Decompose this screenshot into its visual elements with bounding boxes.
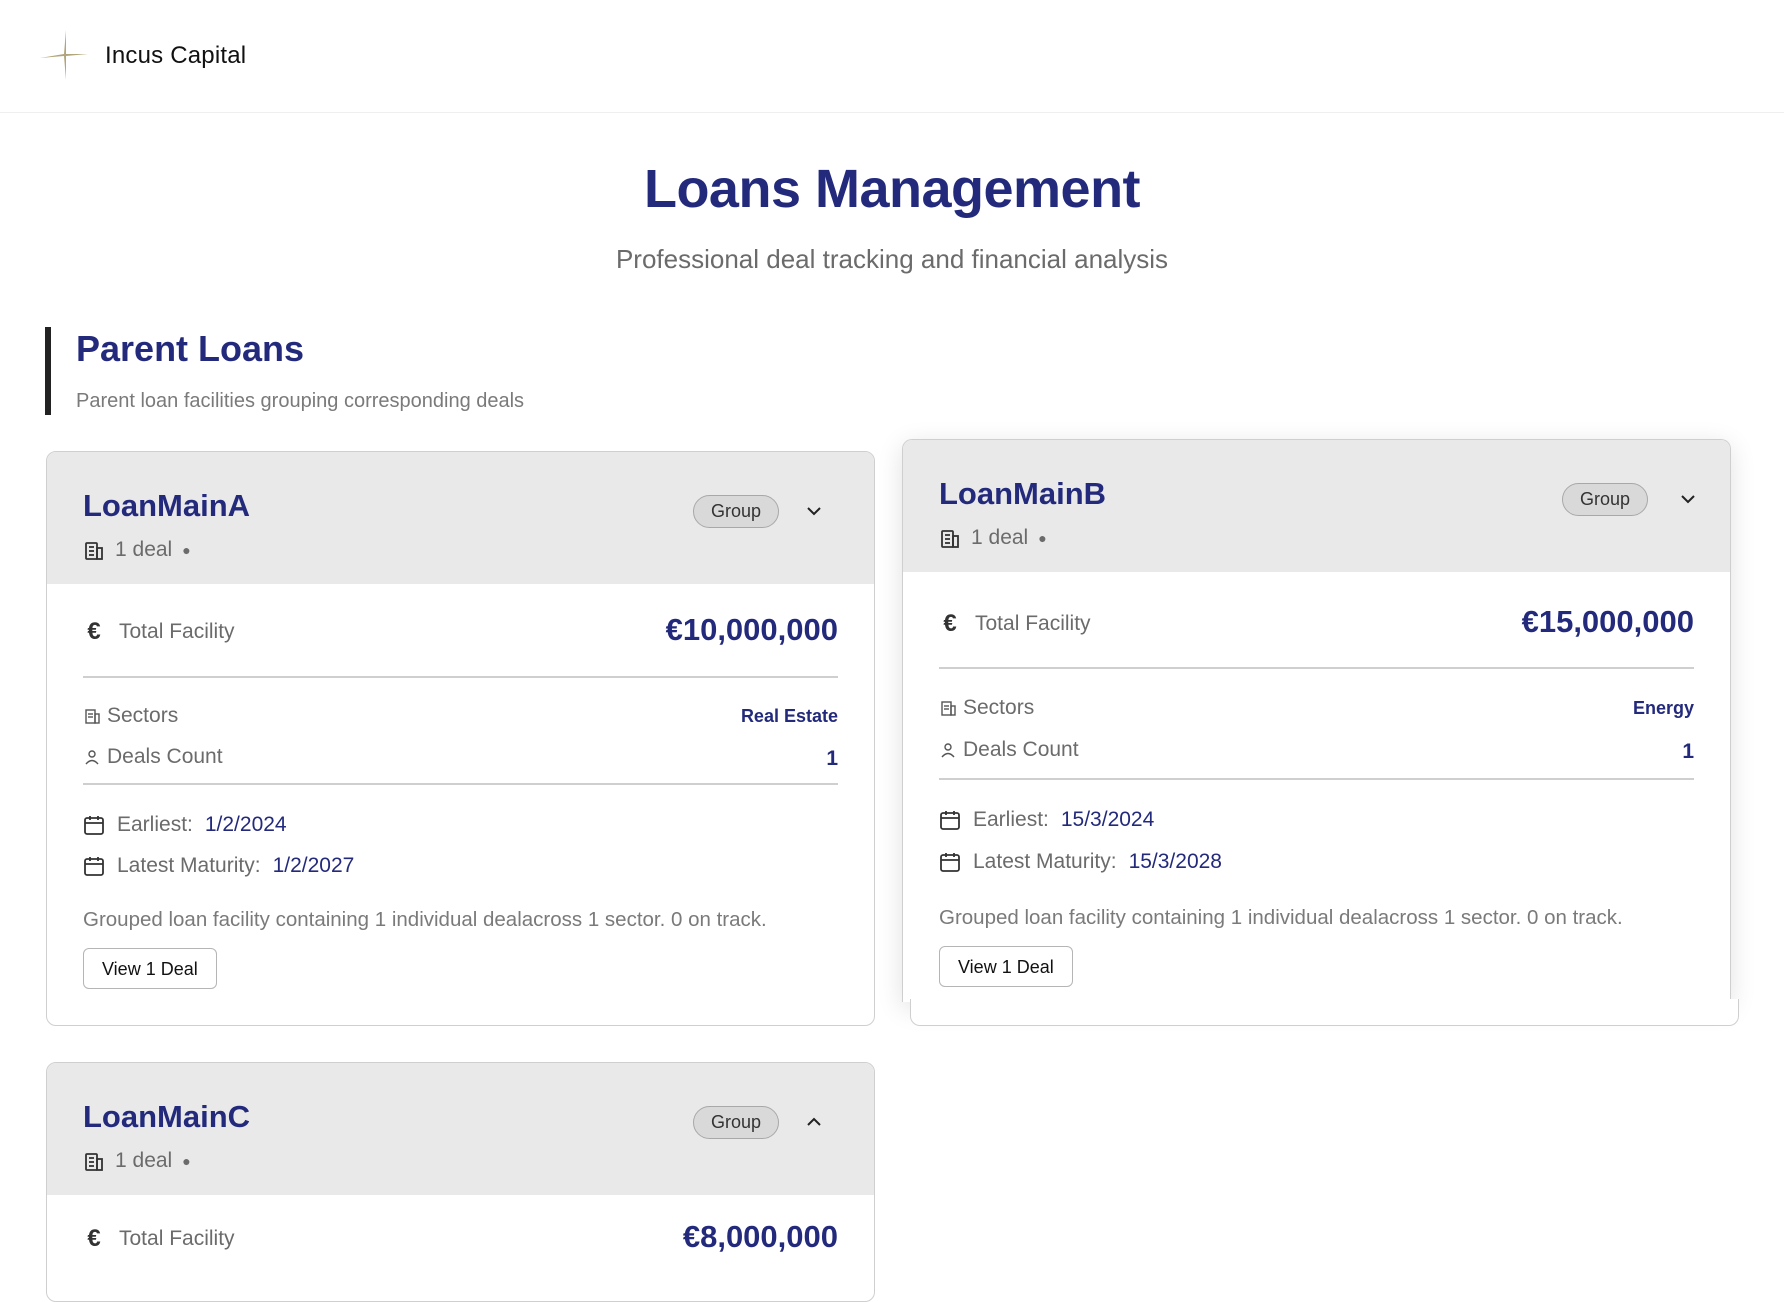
building-icon (83, 1150, 105, 1172)
total-facility-value: €15,000,000 (1521, 604, 1694, 639)
earliest-value: 1/2/2024 (204, 813, 287, 836)
deal-count: 1 deal ● (83, 1149, 191, 1173)
loan-card-header[interactable]: LoanMainA 1 deal ● Group (47, 452, 874, 584)
sectors-label: Sectors (107, 704, 179, 727)
view-deals-button[interactable]: View 1 Deal (939, 946, 1073, 987)
section-title: Parent Loans (76, 328, 305, 369)
group-badge: Group (693, 1106, 779, 1139)
building-icon (939, 699, 957, 717)
deals-count-row: Deals Count 1 (83, 745, 838, 773)
building-icon (83, 539, 105, 561)
brand-name[interactable]: Incus Capital (105, 42, 246, 70)
divider (83, 783, 838, 785)
total-facility-label: Total Facility (119, 1227, 235, 1250)
sector-value: Energy (1632, 698, 1694, 718)
deals-count-label: Deals Count (107, 745, 223, 768)
group-badge: Group (693, 495, 779, 528)
sectors-row: Sectors Real Estate (83, 704, 838, 732)
euro-icon: € (943, 610, 957, 637)
deal-count: 1 deal ● (83, 538, 191, 562)
earliest-value: 15/3/2024 (1060, 808, 1155, 831)
total-facility-row: € Total Facility €8,000,000 (83, 1219, 838, 1259)
divider (83, 676, 838, 678)
deals-count-label: Deals Count (963, 738, 1079, 761)
deal-count-text: 1 deal (115, 1149, 173, 1172)
section-subtitle: Parent loan facilities grouping correspo… (76, 390, 525, 412)
loan-card: LoanMainA 1 deal ● Group € Total Facility… (46, 451, 875, 1026)
sectors-label: Sectors (963, 696, 1035, 719)
earliest-label: Earliest: (973, 808, 1049, 831)
latest-maturity-row: Latest Maturity: 15/3/2028 (939, 847, 1222, 877)
divider (939, 667, 1694, 669)
brand-logo-icon[interactable] (38, 28, 90, 82)
deal-count-text: 1 deal (115, 538, 173, 561)
chevron-down-icon[interactable] (1679, 490, 1697, 508)
latest-maturity-row: Latest Maturity: 1/2/2027 (83, 851, 354, 881)
loan-card-header[interactable]: LoanMainC 1 deal ● Group (47, 1063, 874, 1195)
section-accent-bar (45, 327, 51, 415)
user-icon (939, 741, 957, 759)
calendar-icon (83, 855, 105, 877)
deals-count-row: Deals Count 1 (939, 738, 1694, 766)
latest-maturity-value: 15/3/2028 (1128, 850, 1222, 873)
earliest-row: Earliest: 1/2/2024 (83, 810, 287, 840)
earliest-row: Earliest: 15/3/2024 (939, 805, 1154, 835)
total-facility-label: Total Facility (975, 612, 1091, 635)
loan-description: Grouped loan facility containing 1 indiv… (939, 906, 1623, 929)
total-facility-value: €10,000,000 (665, 612, 838, 647)
separator-dot: ● (182, 542, 191, 558)
top-bar: Incus Capital (0, 0, 1784, 113)
loan-description: Grouped loan facility containing 1 indiv… (83, 908, 767, 931)
total-facility-row: € Total Facility €15,000,000 (939, 604, 1694, 644)
latest-maturity-label: Latest Maturity: (117, 854, 261, 877)
separator-dot: ● (1038, 530, 1047, 546)
separator-dot: ● (182, 1153, 191, 1169)
loan-card: LoanMainB 1 deal ● Group € Total Facility… (902, 439, 1731, 1002)
total-facility-row: € Total Facility €10,000,000 (83, 612, 838, 652)
group-badge: Group (1562, 483, 1648, 516)
latest-maturity-value: 1/2/2027 (272, 854, 355, 877)
loan-card-header[interactable]: LoanMainB 1 deal ● Group (903, 440, 1730, 572)
page-title: Loans Management (643, 159, 1141, 219)
calendar-icon (939, 851, 961, 873)
latest-maturity-label: Latest Maturity: (973, 850, 1117, 873)
euro-icon: € (87, 618, 101, 645)
loan-name: LoanMainC (83, 1099, 251, 1134)
divider (939, 778, 1694, 780)
deals-count-value: 1 (826, 747, 838, 770)
loan-name: LoanMainA (83, 488, 251, 523)
chevron-up-icon[interactable] (805, 1113, 823, 1131)
page-subtitle: Professional deal tracking and financial… (615, 244, 1169, 274)
building-icon (83, 707, 101, 725)
earliest-label: Earliest: (117, 813, 193, 836)
deal-count: 1 deal ● (939, 526, 1047, 550)
building-icon (939, 527, 961, 549)
card-shadow-edge (910, 999, 1739, 1026)
calendar-icon (83, 814, 105, 836)
sector-value: Real Estate (740, 706, 838, 726)
deals-count-value: 1 (1682, 740, 1694, 763)
total-facility-label: Total Facility (119, 620, 235, 643)
calendar-icon (939, 809, 961, 831)
user-icon (83, 748, 101, 766)
view-deals-button[interactable]: View 1 Deal (83, 948, 217, 989)
loan-card: LoanMainC 1 deal ● Group € Total Facility… (46, 1062, 875, 1302)
euro-icon: € (87, 1225, 101, 1252)
loan-name: LoanMainB (939, 476, 1107, 511)
deal-count-text: 1 deal (971, 526, 1029, 549)
sectors-row: Sectors Energy (939, 696, 1694, 724)
chevron-down-icon[interactable] (805, 502, 823, 520)
